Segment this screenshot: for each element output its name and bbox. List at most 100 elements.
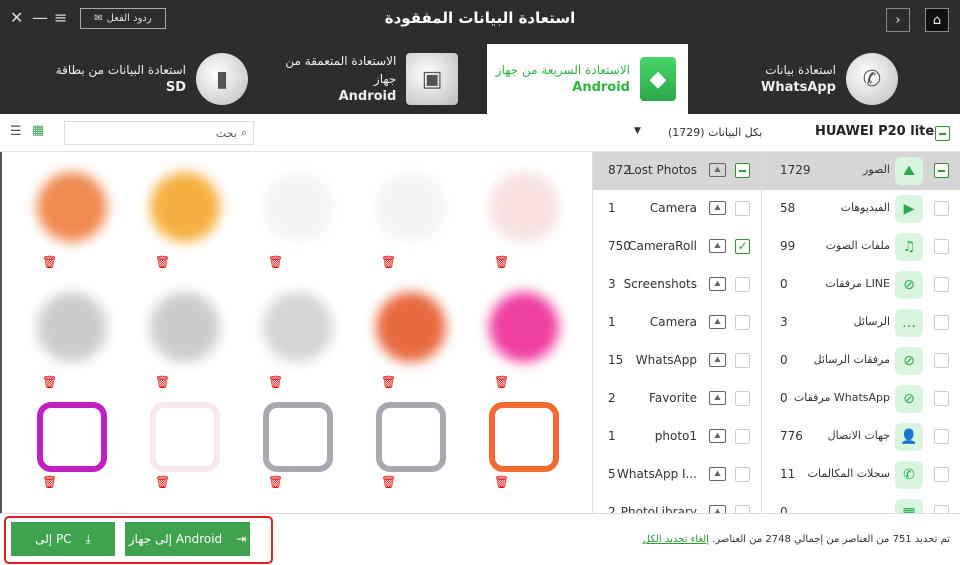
category-list: ⛰ الصور 1729 ▶ الفيديوهات 58 ♫ ملفات الصوت 99 ⊘ مر…: [762, 152, 960, 513]
checkbox[interactable]: [934, 467, 949, 482]
album-row[interactable]: ⛰ WhatsApp I... 5: [593, 456, 761, 494]
photo-thumbnail[interactable]: [150, 172, 220, 242]
delete-icon[interactable]: 🗑: [494, 255, 509, 269]
delete-icon[interactable]: 🗑: [268, 475, 283, 489]
photo-thumbnail[interactable]: [37, 292, 107, 362]
checkbox[interactable]: [934, 201, 949, 216]
album-row[interactable]: ⛰ Screenshots 3: [593, 266, 761, 304]
checkbox[interactable]: [934, 277, 949, 292]
tab-sd-card[interactable]: استعادة البيانات من بطاقة SD ▮: [40, 44, 260, 114]
photo-thumbnail[interactable]: [376, 172, 446, 242]
tab-whatsapp[interactable]: استعادة بيانات WhatsApp ✆: [690, 44, 910, 114]
checkbox[interactable]: [735, 429, 750, 444]
category-label: سجلات المكالمات: [807, 467, 890, 480]
recover-to-android-button[interactable]: إلى جهاز Android ⇥: [125, 522, 250, 556]
category-label: الفيديوهات: [840, 201, 890, 214]
album-row[interactable]: ⛰ Lost Photos 872: [593, 152, 761, 190]
photo-thumbnail[interactable]: [489, 172, 559, 242]
photo-thumbnail[interactable]: [263, 402, 333, 472]
category-row[interactable]: ⛰ الصور 1729: [762, 152, 960, 190]
album-row[interactable]: ⛰ WhatsApp 15: [593, 342, 761, 380]
category-row[interactable]: … الرسائل 3: [762, 304, 960, 342]
category-label: الرسائل: [853, 315, 890, 328]
album-row[interactable]: ✓ ⛰ CameraRoll 750: [593, 228, 761, 266]
category-row[interactable]: ⊘ مرفقات LINE 0: [762, 266, 960, 304]
photo-thumbnail[interactable]: [489, 402, 559, 472]
checkbox[interactable]: ✓: [735, 239, 750, 254]
category-row[interactable]: ⊘ مرفقات WhatsApp 0: [762, 380, 960, 418]
checkbox[interactable]: [735, 201, 750, 216]
album-row[interactable]: ⛰ Favorite 2: [593, 380, 761, 418]
category-row[interactable]: ♫ ملفات الصوت 99: [762, 228, 960, 266]
delete-icon[interactable]: 🗑: [155, 255, 170, 269]
delete-icon[interactable]: 🗑: [381, 375, 396, 389]
list-view-icon[interactable]: ☰: [10, 124, 22, 139]
photo-thumbnail[interactable]: [376, 402, 446, 472]
delete-icon[interactable]: 🗑: [42, 255, 57, 269]
checkbox[interactable]: [735, 505, 750, 513]
photo-thumbnail[interactable]: [37, 402, 107, 472]
photo-thumbnail[interactable]: [263, 172, 333, 242]
delete-icon[interactable]: 🗑: [155, 375, 170, 389]
delete-icon[interactable]: 🗑: [381, 475, 396, 489]
album-row[interactable]: ⛰ photo1 1: [593, 418, 761, 456]
album-row[interactable]: ⛰ Camera 1: [593, 304, 761, 342]
grid-view-icon[interactable]: ▦: [32, 123, 44, 138]
checkbox[interactable]: [934, 391, 949, 406]
delete-icon[interactable]: 🗑: [42, 375, 57, 389]
dropdown-arrow-icon[interactable]: ▼: [634, 126, 641, 136]
photo-thumbnail[interactable]: [489, 292, 559, 362]
delete-icon[interactable]: 🗑: [268, 255, 283, 269]
category-row[interactable]: ▦ 0: [762, 494, 960, 513]
checkbox[interactable]: [735, 277, 750, 292]
category-row[interactable]: ✆ سجلات المكالمات 11: [762, 456, 960, 494]
checkbox[interactable]: [934, 353, 949, 368]
category-row[interactable]: 👤 جهات الاتصال 776: [762, 418, 960, 456]
category-label: مرفقات LINE: [825, 277, 890, 290]
home-icon: ⌂: [932, 12, 942, 28]
album-row[interactable]: ⛰ Camera 1: [593, 190, 761, 228]
recover-to-pc-button[interactable]: إلى PC ⤓: [11, 522, 115, 556]
checkbox[interactable]: [934, 429, 949, 444]
delete-icon[interactable]: 🗑: [42, 475, 57, 489]
checkbox[interactable]: [934, 163, 949, 178]
tab-quick-recovery[interactable]: الاستعادة السريعة من جهاز Android ◆: [487, 44, 688, 114]
checkbox[interactable]: [735, 163, 750, 178]
photo-thumbnail[interactable]: [376, 292, 446, 362]
delete-icon[interactable]: 🗑: [381, 255, 396, 269]
phone-icon: ✆: [895, 461, 923, 489]
photo-thumbnail[interactable]: [37, 172, 107, 242]
next-button[interactable]: ›: [886, 8, 910, 32]
delete-icon[interactable]: 🗑: [268, 375, 283, 389]
delete-icon[interactable]: 🗑: [494, 375, 509, 389]
checkbox[interactable]: [735, 315, 750, 330]
category-row[interactable]: ⊘ مرفقات الرسائل 0: [762, 342, 960, 380]
photo-thumbnail[interactable]: [150, 402, 220, 472]
chevron-right-icon: ›: [895, 12, 901, 28]
image-icon: ⛰: [709, 391, 726, 405]
tab-deep-recovery[interactable]: الاستعادة المتعمقة من جهاز Android ▣: [260, 44, 470, 114]
checkbox[interactable]: [934, 239, 949, 254]
search-icon: ⌕: [240, 126, 247, 139]
checkbox[interactable]: [735, 467, 750, 482]
album-row[interactable]: ⛰ PhotoLibrary 2: [593, 494, 761, 513]
category-row[interactable]: ▶ الفيديوهات 58: [762, 190, 960, 228]
tab-label: استعادة بيانات: [765, 63, 836, 77]
album-count: 2: [608, 391, 616, 405]
delete-icon[interactable]: 🗑: [494, 475, 509, 489]
tab-label: الاستعادة السريعة من جهاز: [495, 63, 630, 77]
checkbox[interactable]: [735, 353, 750, 368]
checkbox[interactable]: [934, 315, 949, 330]
search-input[interactable]: بحث ⌕: [64, 121, 254, 145]
checkbox[interactable]: [735, 391, 750, 406]
home-button[interactable]: ⌂: [925, 8, 949, 32]
delete-icon[interactable]: 🗑: [155, 475, 170, 489]
deselect-all-link[interactable]: إلغاء تحديد الكل: [643, 534, 709, 545]
select-all-checkbox[interactable]: [935, 126, 950, 141]
photo-thumbnail[interactable]: [150, 292, 220, 362]
category-label: مرفقات الرسائل: [813, 353, 890, 366]
contact-icon: 👤: [895, 423, 923, 451]
photo-thumbnail[interactable]: [263, 292, 333, 362]
filter-dropdown[interactable]: بكل البيانات (1729): [668, 126, 762, 139]
checkbox[interactable]: [934, 505, 949, 513]
